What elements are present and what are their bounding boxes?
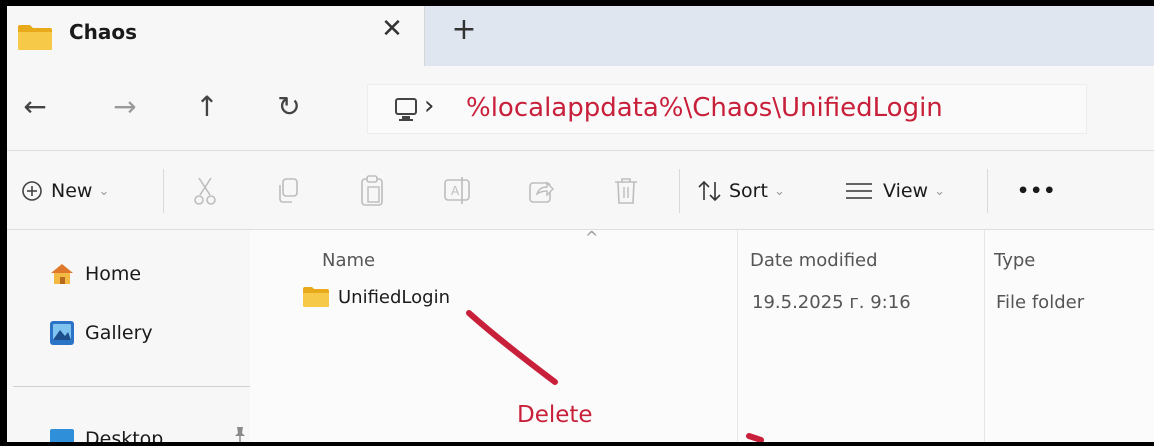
date-modified-value: 19.5.2025 г. 9:16 bbox=[752, 292, 911, 313]
gallery-icon bbox=[50, 321, 74, 345]
delete-button[interactable] bbox=[613, 173, 639, 209]
tab-chaos[interactable]: Chaos ✕ bbox=[7, 6, 425, 66]
file-explorer-window: Chaos ✕ + ← → ↑ ↻ › %localappdata%\Chaos… bbox=[7, 6, 1154, 442]
view-icon bbox=[846, 183, 872, 199]
pin-icon bbox=[235, 427, 245, 442]
back-arrow-icon[interactable]: ← bbox=[15, 90, 55, 123]
share-button[interactable] bbox=[527, 173, 555, 209]
screenshot-frame: Chaos ✕ + ← → ↑ ↻ › %localappdata%\Chaos… bbox=[0, 0, 1154, 446]
toolbar-divider bbox=[163, 169, 164, 213]
address-bar[interactable]: › %localappdata%\Chaos\UnifiedLogin bbox=[367, 84, 1087, 134]
sort-icon bbox=[698, 180, 721, 202]
tab-strip: Chaos ✕ + bbox=[7, 6, 1154, 66]
file-list: ^ Name Date modified Type UnifiedLogin 1… bbox=[250, 228, 1154, 442]
more-icon: ••• bbox=[1017, 180, 1057, 202]
more-options-button[interactable]: ••• bbox=[1017, 173, 1056, 209]
folder-icon bbox=[18, 25, 52, 50]
new-button-label: New bbox=[51, 180, 93, 202]
toolbar-divider bbox=[679, 169, 680, 213]
sidebar-item-home[interactable]: Home bbox=[49, 262, 141, 286]
chevron-down-icon: ⌄ bbox=[98, 183, 110, 199]
file-type-value: File folder bbox=[996, 292, 1085, 313]
folder-icon bbox=[303, 287, 329, 307]
cut-button[interactable] bbox=[193, 173, 217, 209]
rename-icon: A bbox=[444, 177, 470, 204]
row-name-cell: UnifiedLogin bbox=[302, 286, 450, 308]
refresh-icon[interactable]: ↻ bbox=[269, 90, 309, 123]
file-name: UnifiedLogin bbox=[338, 286, 450, 308]
breadcrumb-chevron-icon: › bbox=[424, 91, 435, 121]
this-pc-icon bbox=[395, 98, 417, 121]
new-button[interactable]: New ⌄ bbox=[21, 173, 109, 209]
view-button-label: View bbox=[883, 180, 929, 202]
forward-arrow-icon[interactable]: → bbox=[105, 90, 145, 123]
chevron-down-icon: ⌄ bbox=[773, 183, 785, 199]
sort-ascending-caret-icon: ^ bbox=[585, 228, 599, 247]
home-icon bbox=[51, 264, 73, 284]
up-arrow-icon[interactable]: ↑ bbox=[187, 90, 227, 123]
share-icon bbox=[529, 181, 554, 203]
sidebar-item-label: Desktop bbox=[85, 428, 164, 442]
sort-button[interactable]: Sort ⌄ bbox=[697, 173, 785, 209]
navigation-pane: Home Gallery Desktop bbox=[7, 230, 250, 442]
command-bar: New ⌄ A Sort ⌄ View ⌄ ••• bbox=[7, 150, 1154, 230]
close-tab-icon[interactable]: ✕ bbox=[377, 14, 407, 44]
navigation-bar: ← → ↑ ↻ › %localappdata%\Chaos\UnifiedLo… bbox=[7, 66, 1154, 150]
column-divider[interactable] bbox=[984, 230, 985, 442]
tab-title: Chaos bbox=[69, 20, 138, 44]
column-header-date-modified[interactable]: Date modified bbox=[750, 250, 878, 271]
sidebar-item-label: Home bbox=[85, 263, 142, 285]
paste-button[interactable] bbox=[359, 173, 385, 209]
toolbar-divider bbox=[987, 169, 988, 213]
copy-icon bbox=[279, 178, 298, 203]
table-row[interactable]: UnifiedLogin 19.5.2025 г. 9:16 File fold… bbox=[302, 286, 1132, 322]
delete-icon bbox=[615, 178, 637, 204]
svg-text:A: A bbox=[451, 184, 460, 198]
sidebar-item-gallery[interactable]: Gallery bbox=[49, 320, 153, 346]
cut-icon bbox=[194, 177, 216, 205]
address-path[interactable]: %localappdata%\Chaos\UnifiedLogin bbox=[466, 93, 943, 123]
sidebar-item-desktop[interactable]: Desktop bbox=[49, 428, 163, 442]
sort-button-label: Sort bbox=[729, 180, 768, 202]
sidebar-divider bbox=[13, 386, 250, 387]
column-header-name[interactable]: Name bbox=[322, 250, 375, 271]
desktop-icon bbox=[50, 429, 74, 442]
column-divider[interactable] bbox=[737, 230, 738, 442]
view-button[interactable]: View ⌄ bbox=[845, 173, 945, 209]
annotation-delete-label: Delete bbox=[517, 402, 593, 428]
chevron-down-icon: ⌄ bbox=[934, 183, 945, 199]
sidebar-item-label: Gallery bbox=[85, 322, 153, 344]
paste-icon bbox=[361, 175, 383, 206]
column-header-type[interactable]: Type bbox=[994, 250, 1035, 271]
copy-button[interactable] bbox=[275, 173, 301, 209]
new-tab-icon[interactable]: + bbox=[447, 12, 481, 47]
add-circle-icon bbox=[22, 181, 42, 201]
rename-button[interactable]: A bbox=[443, 173, 471, 209]
